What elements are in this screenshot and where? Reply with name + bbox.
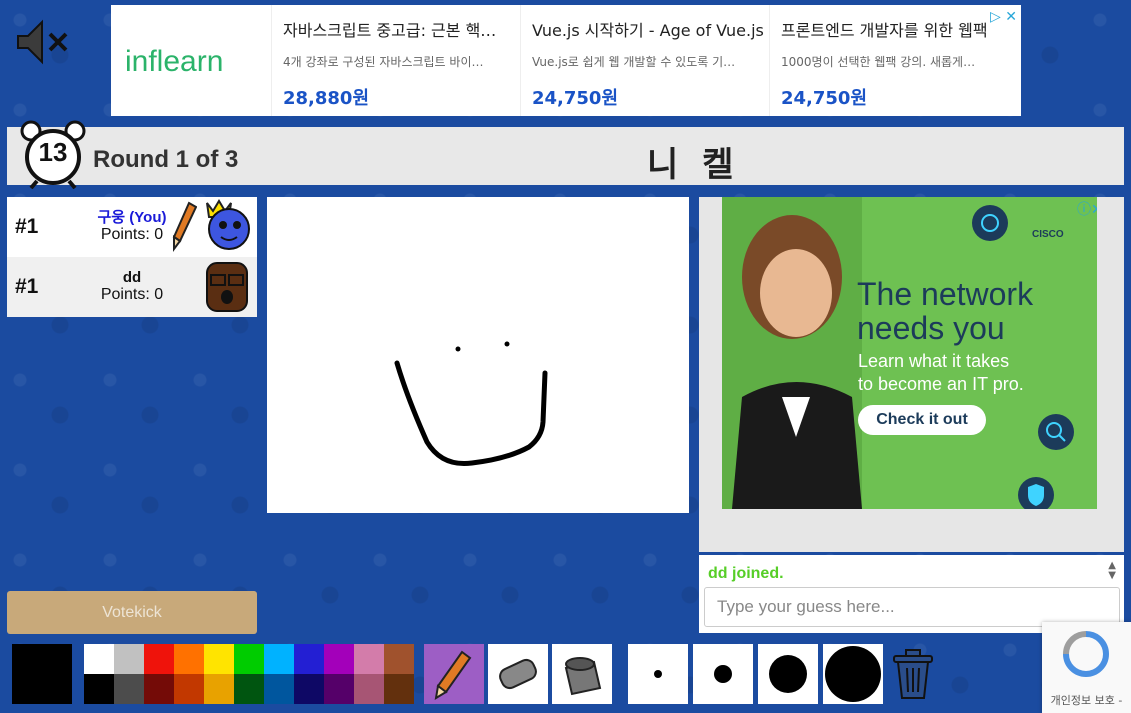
ad-subtext: Learn what it takes to become an IT pro. [858,351,1024,394]
color-swatch[interactable] [114,644,144,674]
brush-size-large[interactable] [758,644,818,704]
ad-divider [520,5,521,116]
color-swatch[interactable] [204,644,234,674]
player-name: dd [122,269,142,286]
ad-item-price: 24,750원 [781,88,868,109]
player-avatar [199,259,255,315]
timer-value: 13 [38,137,68,167]
ad-item-title: 프론트엔드 개발자를 위한 웹팩 [781,21,988,40]
color-swatch[interactable] [264,644,294,674]
current-color-swatch [12,644,72,704]
ad-item-title: Vue.js 시작하기 - Age of Vue.js [532,21,764,40]
color-palette [84,644,414,704]
round-indicator: Round 1 of 3 [93,146,239,173]
votekick-button[interactable]: Votekick [7,591,257,634]
ad-woman-photo [722,197,862,509]
pencil-icon [434,650,472,700]
color-swatch[interactable] [294,674,324,704]
ad-item-price: 24,750원 [532,88,619,109]
player-rank: #1 [15,275,39,298]
cisco-logo: CISCO [1032,229,1064,240]
player-points: Points: 0 [100,286,164,303]
brush-size-xlarge[interactable] [823,644,883,704]
recaptcha-badge[interactable]: 개인정보 보호 - [1042,622,1131,713]
color-swatch[interactable] [234,674,264,704]
ad-item-title: 자바스크립트 중고급: 근본 핵… [283,21,497,40]
color-swatch[interactable] [384,674,414,704]
ad-item-desc: 4개 강좌로 구성된 자바스크립트 바이… [283,55,484,69]
color-swatch[interactable] [114,674,144,704]
color-swatch[interactable] [84,674,114,704]
color-swatch[interactable] [204,674,234,704]
brush-size-small[interactable] [628,644,688,704]
ad-item[interactable]: Vue.js 시작하기 - Age of Vue.js Vue.js로 쉽게 웹… [532,17,767,110]
ad-item-desc: Vue.js로 쉽게 웹 개발할 수 있도록 기… [532,55,736,69]
color-swatch[interactable] [144,674,174,704]
chat-message: dd joined. [708,565,784,582]
pencil-tool[interactable] [424,644,484,704]
side-panel: The network needs you Learn what it takes… [699,197,1124,552]
color-swatch[interactable] [384,644,414,674]
shield-icon [1018,477,1054,509]
player-row[interactable]: #1 dd Points: 0 [7,257,257,317]
player-list: #1 구웅 (You) Points: 0 #1 dd Points: 0 [7,197,257,317]
game-header: 13 Round 1 of 3 니 켈 [7,120,1124,190]
cisco-ad[interactable]: The network needs you Learn what it takes… [722,197,1097,509]
color-swatch[interactable] [324,644,354,674]
ad-item-desc: 1000명이 선택한 웹팩 강의. 새롭게… [781,55,976,69]
color-swatch[interactable] [174,674,204,704]
canvas-drawing [394,341,548,467]
drawing-canvas[interactable] [267,197,689,513]
recaptcha-privacy-text: 개인정보 보호 - [1050,694,1123,707]
paint-bucket-icon [564,657,602,696]
top-ad-banner[interactable]: inflearn 자바스크립트 중고급: 근본 핵… 4개 강좌로 구성된 자바… [111,5,1021,116]
search-network-icon [1038,414,1074,450]
ad-info-icon[interactable]: ⓘ✕ [1077,199,1097,219]
color-swatch[interactable] [84,644,114,674]
mute-sound-icon[interactable] [14,18,74,66]
guess-input[interactable] [704,587,1120,627]
color-swatch[interactable] [354,644,384,674]
player-row[interactable]: #1 구웅 (You) Points: 0 [7,197,257,257]
color-swatch[interactable] [174,644,204,674]
color-swatch[interactable] [234,644,264,674]
color-swatch[interactable] [144,644,174,674]
drawing-pencil-icon [171,201,198,253]
network-icon [972,205,1008,241]
ad-item[interactable]: 자바스크립트 중고급: 근본 핵… 4개 강좌로 구성된 자바스크립트 바이… … [283,17,518,110]
player-rank: #1 [15,215,39,238]
color-swatch[interactable] [294,644,324,674]
trash-clear-icon[interactable] [890,648,936,700]
color-swatch[interactable] [324,674,354,704]
chat-scroll-arrows-icon[interactable]: ▲ ▼ [1108,561,1116,581]
recaptcha-icon [1063,631,1109,677]
brush-size-medium[interactable] [693,644,753,704]
ad-divider [271,5,272,116]
eraser-tool[interactable] [488,644,548,704]
ad-headline: The network needs you [857,276,1034,346]
fill-tool[interactable] [552,644,612,704]
inflearn-logo: inflearn [125,45,224,78]
ad-cta-button[interactable]: Check it out [858,405,986,435]
ad-item-price: 28,880원 [283,88,370,109]
color-swatch[interactable] [354,674,384,704]
ad-divider [769,5,770,116]
ad-close-icon[interactable]: ▷ ✕ [990,9,1017,25]
eraser-icon [499,658,537,690]
current-word: 니 켈 [647,145,740,185]
ad-item[interactable]: 프론트엔드 개발자를 위한 웹팩 1000명이 선택한 웹팩 강의. 새롭게… … [781,17,1016,110]
alarm-clock-icon: 13 [17,119,89,190]
player-avatar [199,199,255,255]
color-swatch[interactable] [264,674,294,704]
